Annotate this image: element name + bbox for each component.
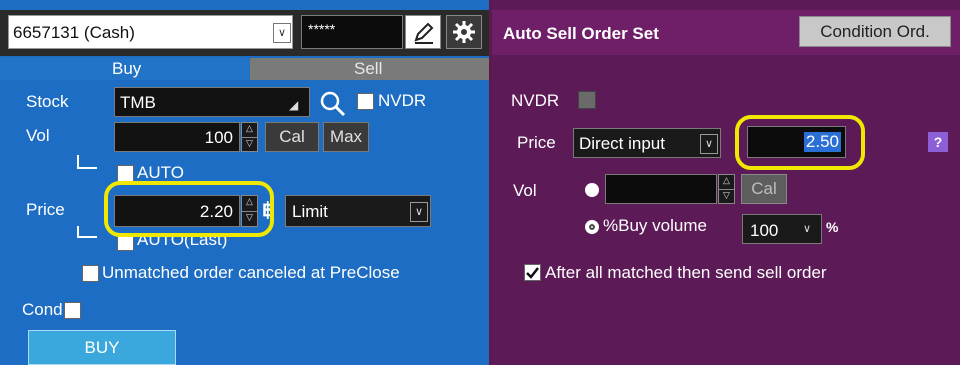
tab-buy[interactable]: Buy [0,58,250,80]
nvdr-label: NVDR [378,91,427,110]
password-field[interactable]: ***** [301,15,403,49]
stock-value: TMB [120,93,156,112]
price-label: Price [26,200,65,219]
price-mode-select[interactable]: Direct input ∨ [573,128,721,158]
buy-volume-value: 100 [750,221,779,240]
tree-connector-icon [77,226,97,238]
cond-checkbox[interactable] [64,302,81,319]
tab-buy-label: Buy [112,59,142,78]
cond-label: Cond [22,300,63,319]
price-mode-value: Direct input [579,134,665,153]
max-button-label: Max [329,127,363,146]
buy-volume-radio[interactable] [585,220,599,234]
sell-vol-label: Vol [513,181,537,200]
unmatched-label: Unmatched order canceled at PreClose [102,263,400,282]
sell-cal-label: Cal [751,179,777,198]
password-mask: ***** [308,21,336,37]
sell-nvdr-checkbox[interactable] [578,91,596,109]
vol-stepper[interactable]: △ ▽ [241,122,258,152]
pencil-icon [414,22,434,44]
buy-button-label: BUY [84,337,120,357]
auto-checkbox[interactable] [117,165,134,182]
account-select-value: 6657131 (Cash) [13,23,135,42]
tree-connector-icon [77,155,97,169]
sell-price-highlight [735,115,865,170]
cal-button-label: Cal [279,127,305,146]
chevron-down-icon[interactable]: ∨ [273,23,291,43]
auto-sell-title: Auto Sell Order Set [503,24,659,43]
buy-volume-select[interactable]: 100 ∨ [742,214,822,244]
after-matched-checkbox[interactable] [524,264,541,281]
checkmark-icon [526,267,539,279]
buy-volume-label: %Buy volume [603,216,707,235]
after-matched-label: After all matched then send sell order [545,263,827,282]
price-highlight [104,181,274,237]
tab-sell-label: Sell [354,59,383,78]
vol-radio[interactable] [585,183,599,197]
order-type-value: Limit [292,202,328,221]
auto-label: AUTO [137,163,184,182]
chevron-down-icon[interactable]: ∨ [410,202,428,222]
chevron-down-icon[interactable]: ∨ [799,220,815,238]
gear-icon [453,21,475,43]
vol-label: Vol [26,126,50,145]
sell-vol-stepper[interactable]: △ ▽ [718,174,735,204]
stock-input[interactable]: TMB ◢ [114,87,310,117]
stock-label: Stock [26,92,69,111]
nvdr-checkbox[interactable] [357,93,374,110]
dropdown-arrow-icon[interactable]: ◢ [289,98,298,112]
max-button[interactable]: Max [323,122,369,152]
order-type-select[interactable]: Limit ∨ [285,195,431,227]
chevron-up-icon[interactable]: △ [242,123,257,138]
unmatched-checkbox[interactable] [82,265,99,282]
tab-sell[interactable]: Sell [250,58,489,80]
chevron-down-icon[interactable]: ∨ [700,134,718,154]
account-select[interactable]: 6657131 (Cash) ∨ [8,15,293,49]
edit-button[interactable] [405,15,441,49]
sell-nvdr-label: NVDR [511,91,560,110]
cal-button[interactable]: Cal [265,122,319,152]
sell-price-label: Price [517,133,556,152]
chevron-down-icon[interactable]: ▽ [242,138,257,148]
chevron-up-icon[interactable]: △ [719,175,734,190]
settings-button[interactable] [446,15,482,49]
sell-vol-input[interactable] [605,174,717,204]
condition-order-button[interactable]: Condition Ord. [799,16,951,47]
percent-label: % [826,219,839,235]
buy-button[interactable]: BUY [28,330,176,365]
help-button[interactable]: ? [928,132,948,152]
condition-order-label: Condition Ord. [820,21,930,41]
help-label: ? [933,134,943,150]
vol-value: 100 [204,128,233,147]
search-icon[interactable] [316,88,350,118]
sell-cal-button[interactable]: Cal [741,174,787,204]
chevron-down-icon[interactable]: ▽ [719,190,734,200]
vol-input[interactable]: 100 [114,122,240,152]
